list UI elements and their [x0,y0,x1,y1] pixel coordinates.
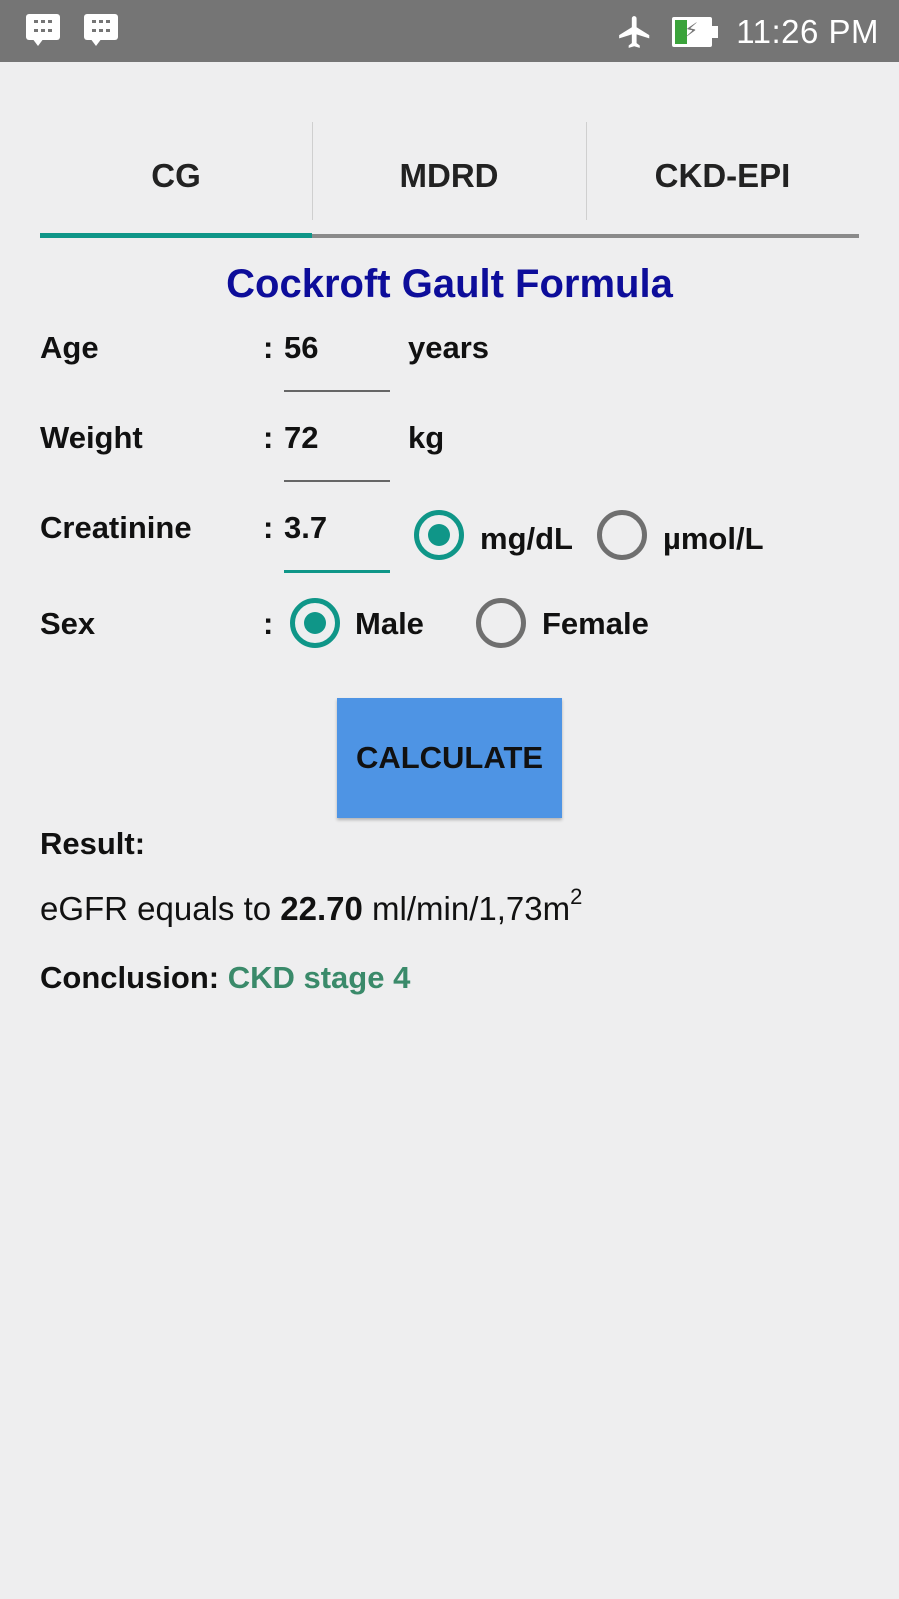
page-title: Cockroft Gault Formula [226,262,673,306]
age-input[interactable]: 56 [284,330,390,366]
tab-indicator [40,233,312,238]
creatinine-input-underline [284,570,390,573]
bbm-message-icon [84,14,122,48]
conclusion-label: Conclusion: [40,960,228,995]
egfr-unit: ml/min/1,73m [362,890,571,927]
radio-umol-l-label[interactable]: µmol/L [663,521,764,557]
age-label: Age [40,330,99,365]
radio-mg-dl[interactable] [414,510,464,560]
radio-umol-l[interactable] [597,510,647,560]
sex-label: Sex [40,606,96,641]
age-input-underline [284,390,390,392]
egfr-unit-superscript: 2 [570,884,583,909]
notification-icons [26,14,122,48]
status-time: 11:26 PM [736,13,879,50]
tab-ckd-epi[interactable]: CKD-EPI [586,120,859,232]
weight-input[interactable]: 72 [284,420,390,456]
creatinine-label: Creatinine [40,510,192,545]
weight-input-underline [284,480,390,482]
age-colon: : [263,330,274,365]
radio-male-label[interactable]: Male [355,606,424,642]
radio-male[interactable] [290,598,340,648]
egfr-value: 22.70 [280,890,363,927]
egfr-result: eGFR equals to 22.70 ml/min/1,73m2 [40,884,582,928]
airplane-mode-icon [619,16,650,48]
age-unit: years [408,330,490,365]
conclusion-value: CKD stage 4 [227,960,411,995]
radio-female-label[interactable]: Female [542,606,649,642]
bbm-chat-icon [26,14,64,48]
radio-mg-dl-label[interactable]: mg/dL [480,521,573,557]
creatinine-input[interactable]: 3.7 [284,510,390,546]
status-bar: ⚡ 11:26 PM [0,0,899,62]
tab-cg[interactable]: CG [40,120,312,232]
radio-female[interactable] [476,598,526,648]
sex-colon: : [263,606,274,641]
formula-tabs: CG MDRD CKD-EPI [40,120,859,238]
egfr-prefix: eGFR equals to [40,890,281,927]
calculate-button[interactable]: CALCULATE [337,698,562,818]
conclusion: Conclusion: CKD stage 4 [40,960,410,996]
weight-colon: : [263,420,274,455]
creatinine-colon: : [263,510,274,545]
tab-mdrd[interactable]: MDRD [312,120,586,232]
weight-unit: kg [408,420,445,455]
battery-charging-icon: ⚡ [672,17,719,47]
weight-label: Weight [40,420,143,455]
result-heading: Result: [40,826,146,861]
